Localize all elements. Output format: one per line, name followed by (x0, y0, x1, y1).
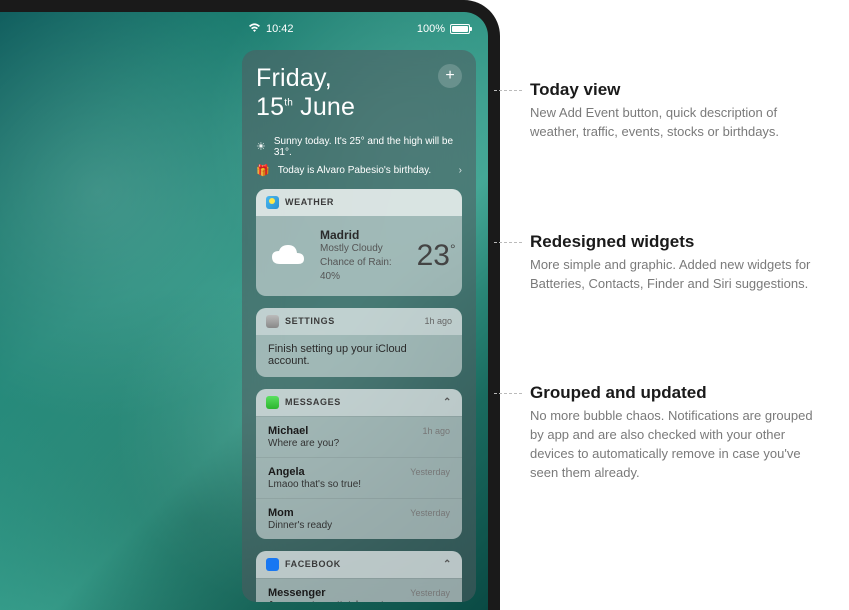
today-panel: Friday, 15th June + ☀ Sunny today. It's … (242, 50, 476, 602)
message-item[interactable]: Michael 1h ago Where are you? (256, 416, 462, 457)
message-time: 1h ago (422, 426, 450, 436)
weather-app-icon (266, 196, 279, 209)
message-sender: Angela (268, 466, 305, 478)
date-line: 15th June (256, 93, 355, 122)
cloud-icon (268, 242, 308, 270)
settings-notification[interactable]: SETTINGS 1h ago Finish setting up your i… (256, 308, 462, 377)
annotation-desc: No more bubble chaos. Notifications are … (530, 407, 819, 482)
plus-icon: + (445, 67, 454, 85)
weather-temp: 23° (417, 239, 450, 273)
message-sender: Mom (268, 507, 294, 519)
messages-header: MESSAGES ⌃ (256, 389, 462, 416)
message-time: Yesterday (410, 508, 450, 518)
weather-info: Madrid Mostly Cloudy Chance of Rain: 40% (320, 228, 405, 284)
device-frame: 10:42 100% Friday, 15th June + (0, 0, 500, 610)
weather-body: Madrid Mostly Cloudy Chance of Rain: 40%… (256, 216, 462, 296)
date-day: Friday, (256, 64, 355, 93)
settings-notification-text: Finish setting up your iCloud account. (256, 335, 462, 377)
facebook-app-icon (266, 558, 279, 571)
annotation-desc: New Add Event button, quick description … (530, 104, 819, 142)
battery-icon (450, 24, 470, 34)
weather-summary-line[interactable]: ☀ Sunny today. It's 25° and the high wil… (256, 136, 462, 158)
annotation-title: Today view (530, 80, 819, 100)
message-text: Lmaoo that's so true! (268, 479, 450, 490)
weather-rain: Chance of Rain: 40% (320, 256, 405, 284)
message-time: Yesterday (410, 467, 450, 477)
facebook-time: Yesterday (410, 588, 450, 598)
messages-group[interactable]: MESSAGES ⌃ Michael 1h ago Where are you?… (256, 389, 462, 539)
settings-header-title: SETTINGS (285, 316, 335, 326)
add-event-button[interactable]: + (438, 64, 462, 88)
annotation-title: Redesigned widgets (530, 232, 819, 252)
message-item[interactable]: Angela Yesterday Lmaoo that's so true! (256, 457, 462, 498)
annotation-grouped: Grouped and updated No more bubble chaos… (530, 383, 819, 482)
chevron-up-icon[interactable]: ⌃ (443, 397, 452, 408)
facebook-text: Jorge sent an attatchment. (268, 600, 450, 603)
chevron-right-icon: › (459, 165, 462, 176)
annotations-column: Today view New Add Event button, quick d… (500, 0, 849, 610)
facebook-item[interactable]: Messenger Yesterday Jorge sent an attatc… (256, 578, 462, 603)
sun-icon: ☀ (256, 140, 266, 153)
gift-icon: 🎁 (256, 164, 270, 177)
message-text: Dinner's ready (268, 520, 450, 531)
facebook-group[interactable]: FACEBOOK ⌃ Messenger Yesterday Jorge sen… (256, 551, 462, 603)
date-row: Friday, 15th June + (256, 64, 462, 122)
settings-app-icon (266, 315, 279, 328)
birthday-summary-text: Today is Alvaro Pabesio's birthday. (278, 165, 431, 176)
birthday-summary-line[interactable]: 🎁 Today is Alvaro Pabesio's birthday. › (256, 164, 462, 177)
weather-widget-title: WEATHER (285, 197, 334, 207)
annotation-desc: More simple and graphic. Added new widge… (530, 256, 819, 294)
status-bar: 10:42 100% (242, 20, 476, 38)
annotation-today-view: Today view New Add Event button, quick d… (530, 80, 819, 142)
status-time: 10:42 (266, 23, 294, 35)
annotation-title: Grouped and updated (530, 383, 819, 403)
weather-condition: Mostly Cloudy (320, 242, 405, 256)
today-panel-wrapper: 10:42 100% Friday, 15th June + (236, 12, 488, 610)
messages-app-icon (266, 396, 279, 409)
battery-pct: 100% (417, 23, 445, 35)
status-left: 10:42 (248, 23, 294, 36)
message-item[interactable]: Mom Yesterday Dinner's ready (256, 498, 462, 539)
annotation-widgets: Redesigned widgets More simple and graph… (530, 232, 819, 294)
weather-summary-text: Sunny today. It's 25° and the high will … (274, 136, 462, 158)
date-block: Friday, 15th June (256, 64, 355, 122)
status-right: 100% (417, 23, 470, 35)
wifi-icon (248, 23, 261, 36)
settings-time: 1h ago (424, 316, 452, 326)
facebook-header-title: FACEBOOK (285, 559, 341, 569)
facebook-header: FACEBOOK ⌃ (256, 551, 462, 578)
weather-city: Madrid (320, 228, 405, 242)
facebook-sender: Messenger (268, 587, 325, 599)
message-text: Where are you? (268, 438, 450, 449)
settings-notification-header: SETTINGS 1h ago (256, 308, 462, 335)
chevron-up-icon[interactable]: ⌃ (443, 559, 452, 570)
weather-widget-header: WEATHER (256, 189, 462, 216)
weather-widget[interactable]: WEATHER Madrid Mostly Cloudy Chance of R… (256, 189, 462, 296)
message-sender: Michael (268, 425, 308, 437)
messages-header-title: MESSAGES (285, 397, 341, 407)
